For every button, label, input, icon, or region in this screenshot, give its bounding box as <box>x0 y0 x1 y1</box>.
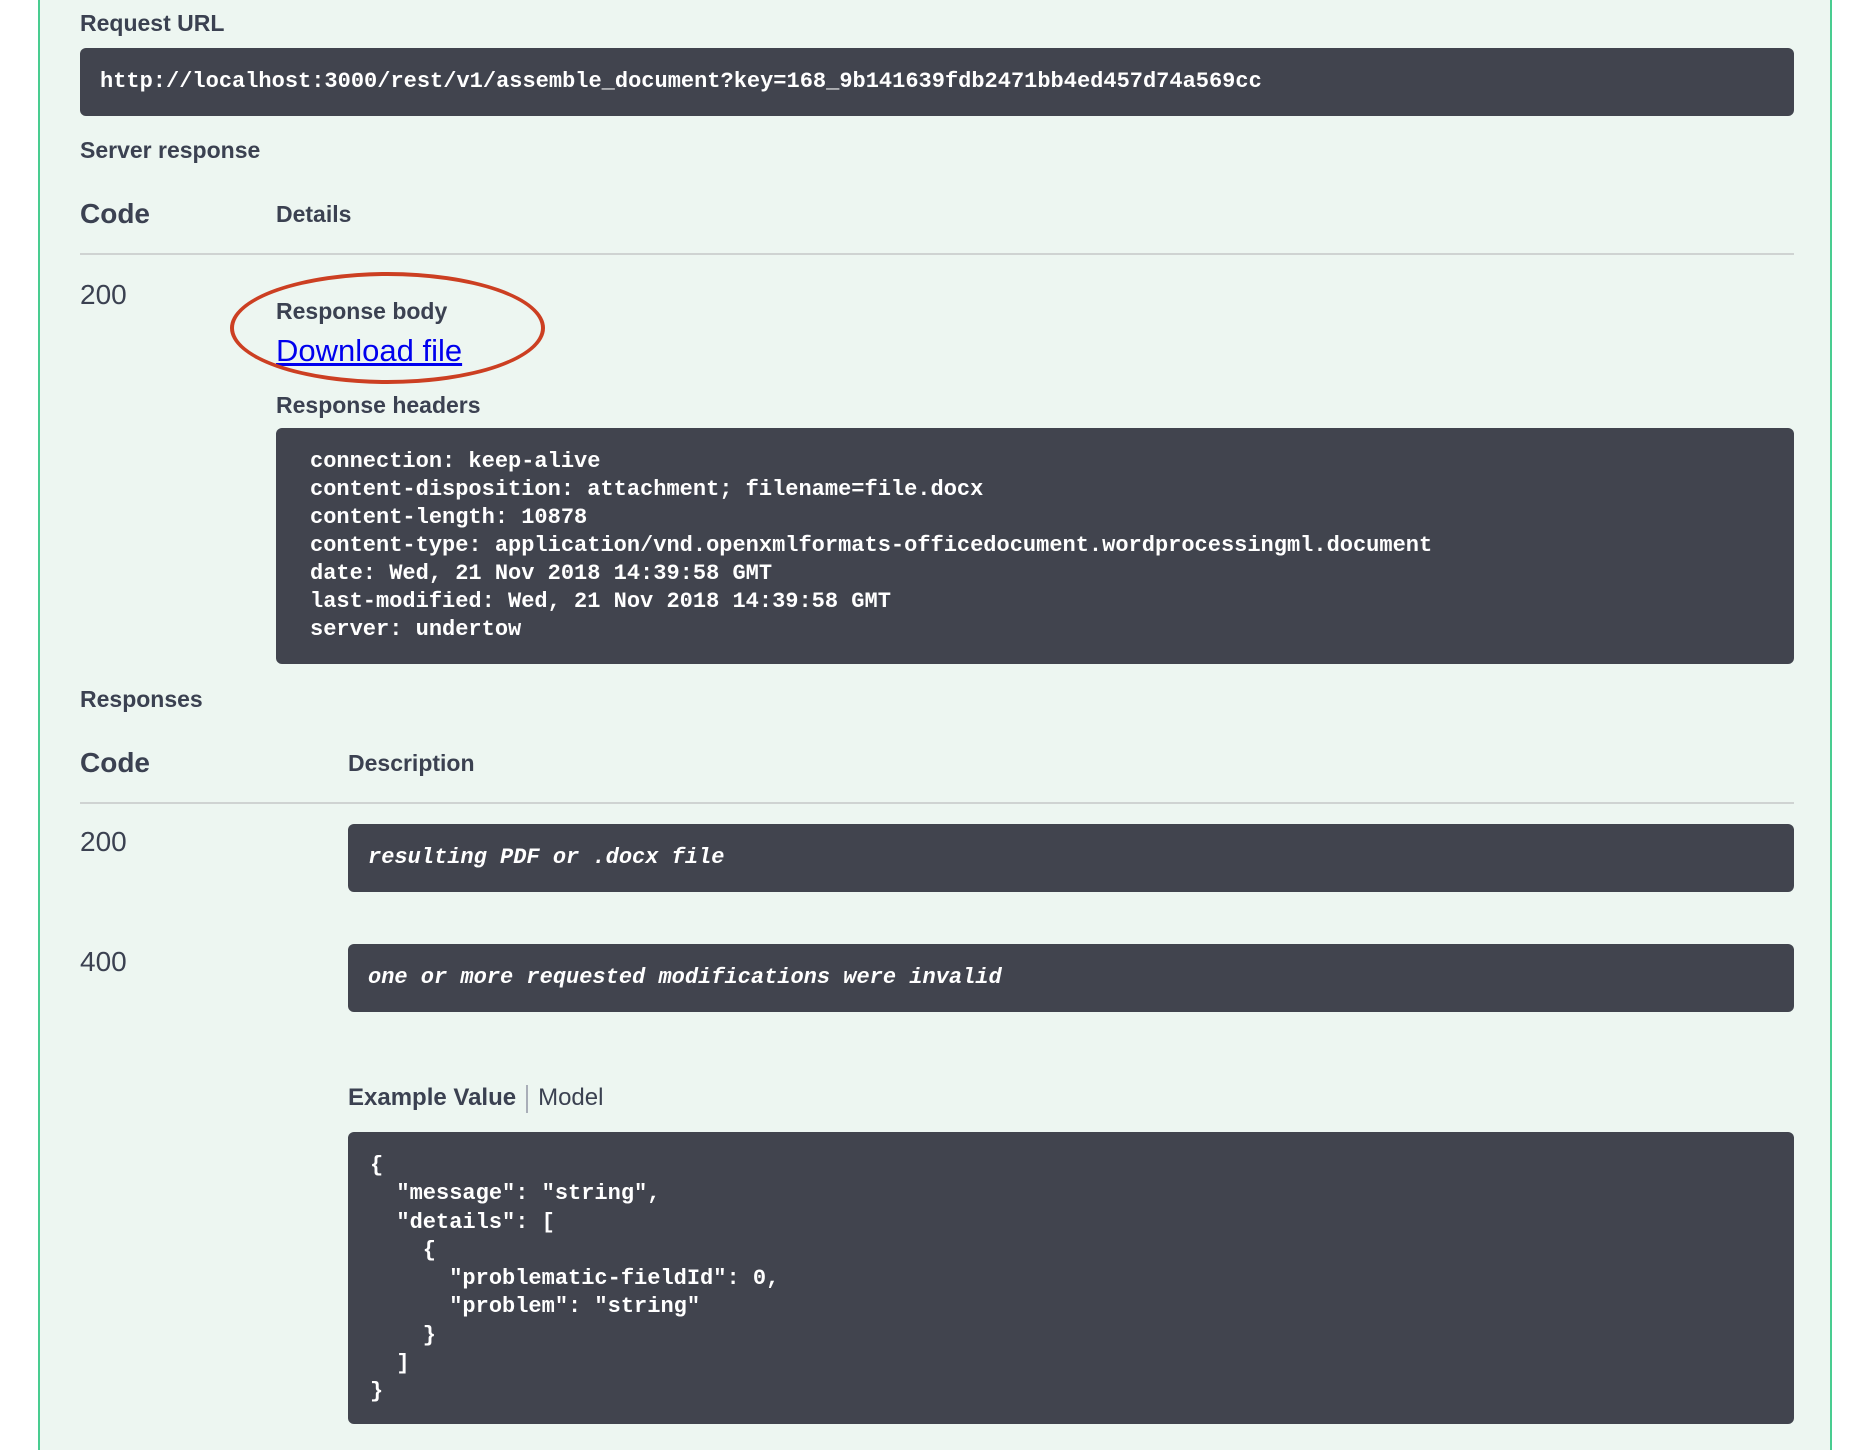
response-description-box: one or more requested modifications were… <box>348 944 1794 1012</box>
responses-label: Responses <box>80 686 203 712</box>
response-description-box: resulting PDF or .docx file <box>348 824 1794 892</box>
tab-divider <box>526 1084 529 1113</box>
example-model-tabs: Example Value Model <box>348 1084 603 1113</box>
response-description-200: resulting PDF or .docx file <box>368 845 725 870</box>
response-description-400: one or more requested modifications were… <box>368 965 1002 990</box>
example-json-text[interactable]: { "message": "string", "details": [ { "p… <box>370 1152 779 1407</box>
download-file-link[interactable]: Download file <box>276 333 462 369</box>
response-headers-box[interactable]: connection: keep-alive content-dispositio… <box>276 428 1794 664</box>
tab-example-value[interactable]: Example Value <box>348 1084 516 1111</box>
server-response-details-header: Details <box>276 201 352 227</box>
responses-description-header: Description <box>348 750 475 776</box>
header-line: server: undertow <box>310 617 522 642</box>
server-response-code-header: Code <box>80 198 150 229</box>
divider <box>80 253 1794 255</box>
header-line: content-disposition: attachment; filenam… <box>310 477 984 502</box>
example-value-box[interactable]: { "message": "string", "details": [ { "p… <box>348 1132 1794 1424</box>
json-line: "details": [ <box>370 1209 555 1235</box>
response-code-400: 400 <box>80 946 127 977</box>
response-headers-label: Response headers <box>276 392 481 418</box>
response-code-200: 200 <box>80 826 127 857</box>
json-line: "message": "string", <box>370 1181 661 1207</box>
json-line: "problem": "string" <box>370 1294 701 1320</box>
tab-model[interactable]: Model <box>538 1084 603 1111</box>
responses-code-header: Code <box>80 747 150 778</box>
header-line: date: Wed, 21 Nov 2018 14:39:58 GMT <box>310 561 773 586</box>
json-line: } <box>370 1322 437 1348</box>
request-url-value[interactable]: http://localhost:3000/rest/v1/assemble_d… <box>100 69 1262 94</box>
request-url-box[interactable]: http://localhost:3000/rest/v1/assemble_d… <box>80 48 1794 116</box>
json-line: "problematic-fieldId": 0, <box>370 1266 780 1292</box>
response-body-label: Response body <box>276 298 448 324</box>
header-line: content-type: application/vnd.openxmlfor… <box>310 533 1433 558</box>
json-line: ] <box>370 1351 410 1377</box>
header-line: last-modified: Wed, 21 Nov 2018 14:39:58… <box>310 589 891 614</box>
json-line: { <box>370 1153 384 1178</box>
header-line: connection: keep-alive <box>310 449 601 474</box>
server-response-code: 200 <box>80 279 127 310</box>
header-line: content-length: 10878 <box>310 505 588 530</box>
server-response-label: Server response <box>80 137 261 163</box>
json-line: { <box>370 1237 437 1263</box>
request-url-label: Request URL <box>80 10 225 36</box>
response-headers-text[interactable]: connection: keep-alive content-dispositio… <box>310 448 1432 644</box>
json-line: } <box>370 1379 384 1405</box>
divider <box>80 802 1794 804</box>
